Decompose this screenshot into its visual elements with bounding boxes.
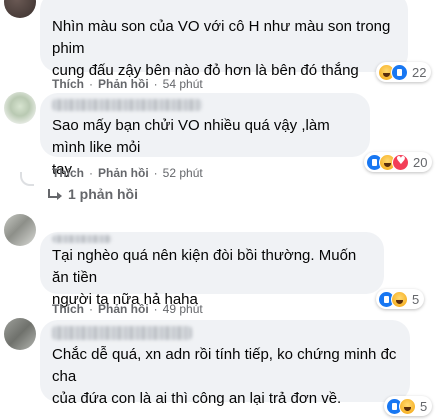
comment-text-line: Chắc dễ quá, xn adn rồi tính tiếp, ko ch…: [52, 346, 397, 385]
view-replies-label: 1 phản hồi: [68, 186, 138, 202]
avatar[interactable]: [4, 318, 36, 350]
author-name-blurred[interactable]: [52, 326, 192, 340]
haha-reaction-icon: [391, 290, 408, 308]
comment-bubble: Chắc dễ quá, xn adn rồi tính tiếp, ko ch…: [40, 320, 410, 407]
comment-actions: Thích · Phản hồi · 54 phút: [52, 77, 203, 91]
like-button[interactable]: Thích: [52, 302, 84, 316]
reaction-summary[interactable]: 5: [384, 396, 433, 416]
avatar[interactable]: [4, 214, 36, 246]
view-replies-link[interactable]: 1 phản hồi: [48, 186, 138, 202]
reaction-count: 5: [412, 291, 420, 307]
comment-text-line: của đứa con là ai thì công an lại trả đơ…: [52, 390, 342, 407]
thread-connector: [20, 172, 34, 186]
reaction-summary[interactable]: 20: [364, 152, 433, 172]
comment-bubble: Tại nghèo quá nên kiện đòi bồi thường. M…: [40, 232, 384, 308]
author-name-blurred[interactable]: [52, 235, 112, 243]
reply-button[interactable]: Phản hồi: [98, 77, 149, 91]
timestamp[interactable]: 49 phút: [163, 302, 203, 316]
timestamp[interactable]: 52 phút: [163, 166, 203, 180]
comment-actions: Thích · Phản hồi · 52 phút: [52, 166, 203, 180]
like-reaction-icon: [391, 63, 408, 81]
reaction-summary[interactable]: 5: [376, 289, 425, 309]
avatar[interactable]: [4, 0, 36, 18]
author-name-blurred[interactable]: [52, 99, 202, 111]
haha-reaction-icon: [399, 397, 416, 415]
comment-text-line: Nhìn màu son của VO với cô H như màu son…: [52, 18, 391, 57]
like-button[interactable]: Thích: [52, 77, 84, 91]
comment-text-line: Sao mấy bạn chửi VO nhiều quá vậy ,làm m…: [52, 117, 330, 156]
love-reaction-icon: [392, 153, 409, 171]
comment-text-line: Tại nghèo quá nên kiện đòi bồi thường. M…: [52, 247, 357, 286]
reaction-count: 5: [420, 398, 428, 414]
reaction-count: 22: [412, 64, 427, 80]
like-button[interactable]: Thích: [52, 166, 84, 180]
reply-arrow-icon: [48, 189, 62, 200]
reply-button[interactable]: Phản hồi: [98, 166, 149, 180]
reaction-summary[interactable]: 22: [376, 62, 432, 82]
comment-actions: Thích · Phản hồi · 49 phút: [52, 302, 203, 316]
avatar[interactable]: [4, 92, 36, 124]
comment-bubble: Sao mấy bạn chửi VO nhiều quá vậy ,làm m…: [40, 93, 370, 178]
comment-bubble: Nhìn màu son của VO với cô H như màu son…: [40, 0, 408, 79]
reply-button[interactable]: Phản hồi: [98, 302, 149, 316]
timestamp[interactable]: 54 phút: [163, 77, 203, 91]
reaction-count: 20: [413, 154, 428, 170]
